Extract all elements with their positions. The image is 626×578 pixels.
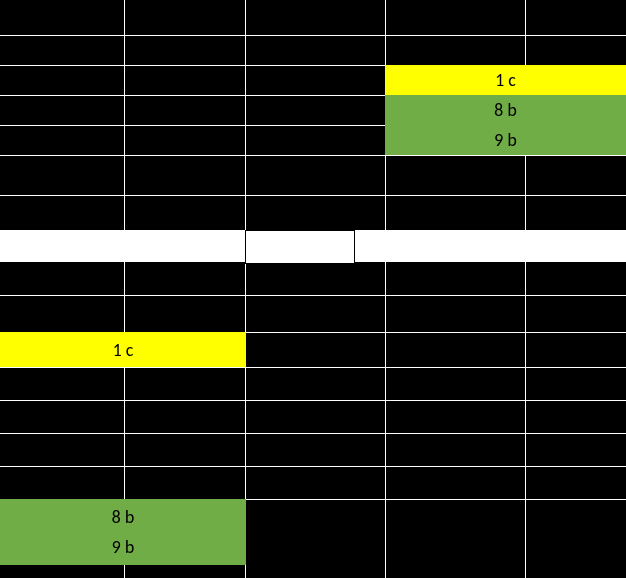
v-guide	[525, 262, 526, 578]
h-line	[0, 400, 626, 401]
label-top-green2: 9 b	[385, 129, 626, 151]
h-line	[0, 195, 626, 196]
label-mid-yellow: 1 c	[0, 339, 246, 361]
h-line	[0, 295, 626, 296]
gap-box	[245, 230, 355, 264]
h-line	[0, 155, 626, 156]
label-top-yellow: 1 c	[385, 69, 626, 91]
diagram-stage: 1 c 8 b 9 b 1 c 8 b 9 b	[0, 0, 626, 578]
h-line	[0, 35, 626, 36]
label-bot-green2: 9 b	[0, 536, 246, 558]
h-line	[0, 367, 626, 368]
h-line	[0, 433, 626, 434]
h-line	[0, 466, 626, 467]
v-guide	[385, 262, 386, 578]
label-top-green1: 8 b	[385, 99, 626, 121]
label-bot-green1: 8 b	[0, 506, 246, 528]
